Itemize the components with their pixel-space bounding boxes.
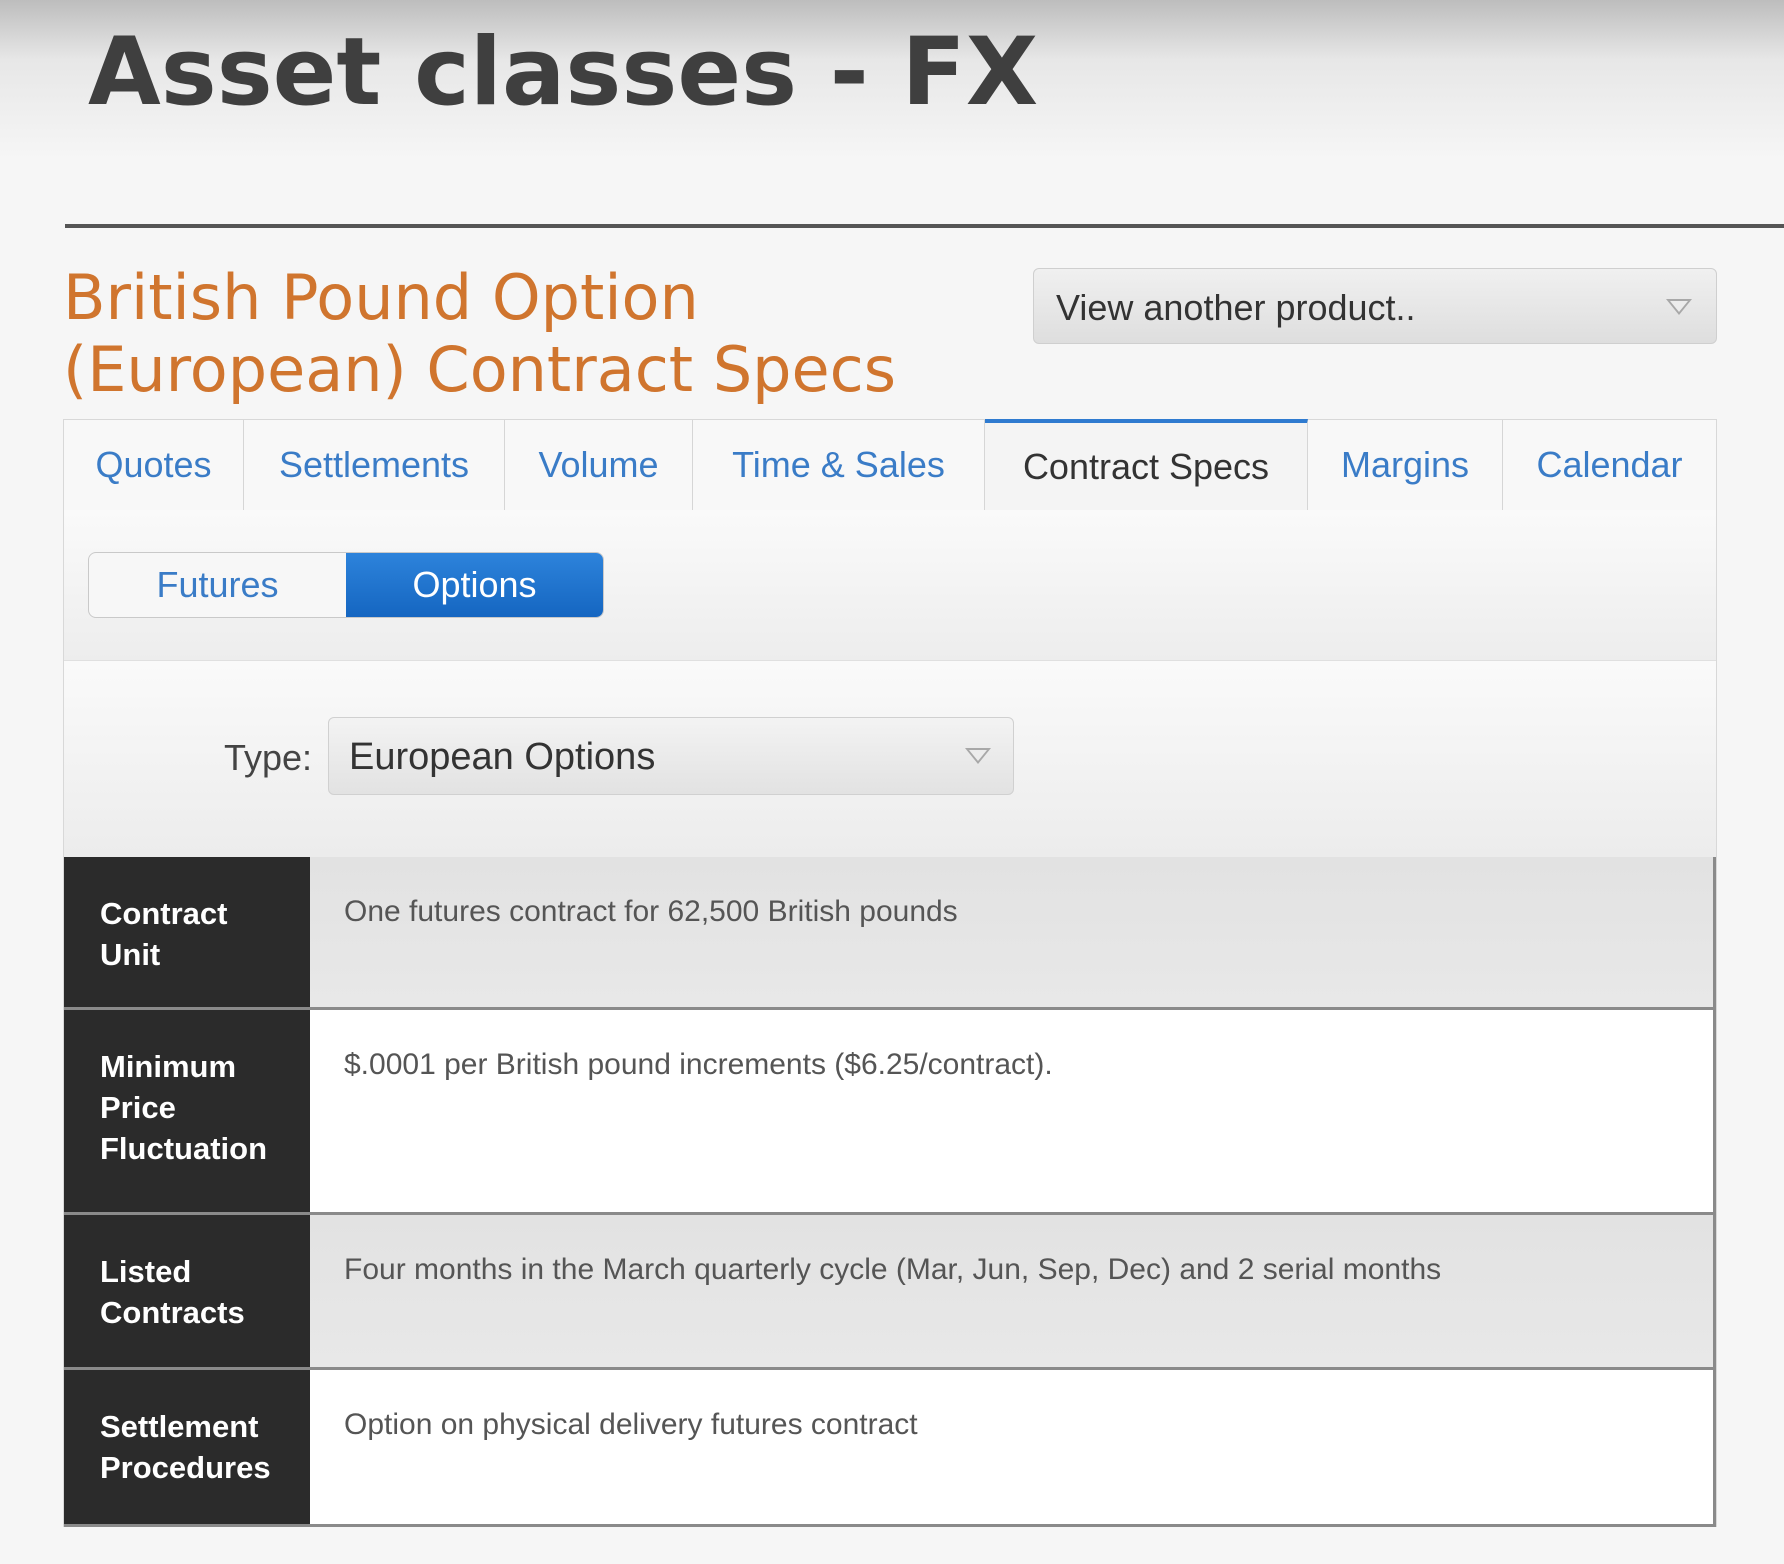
chevron-down-icon (1666, 299, 1692, 315)
spec-key: Listed Contracts (64, 1215, 310, 1367)
slide-title: Asset classes - FX (88, 18, 1039, 127)
chevron-down-icon (965, 748, 991, 764)
contract-specs-table: Contract Unit One futures contract for 6… (64, 857, 1716, 1527)
product-title: British Pound Option (European) Contract… (63, 262, 943, 406)
tab-quotes[interactable]: Quotes (64, 420, 244, 510)
table-row: Minimum Price Fluctuation $.0001 per Bri… (64, 1010, 1716, 1215)
spec-value: Four months in the March quarterly cycle… (310, 1215, 1716, 1367)
tab-volume[interactable]: Volume (505, 420, 693, 510)
tab-time-and-sales[interactable]: Time & Sales (693, 420, 985, 510)
futures-toggle-button[interactable]: Futures (89, 553, 346, 617)
type-select[interactable]: European Options (328, 717, 1014, 795)
tab-contract-specs[interactable]: Contract Specs (985, 419, 1308, 510)
table-row: Settlement Procedures Option on physical… (64, 1370, 1716, 1527)
spec-value: $.0001 per British pound increments ($6.… (310, 1010, 1716, 1212)
tab-calendar[interactable]: Calendar (1503, 420, 1716, 510)
tab-margins[interactable]: Margins (1308, 420, 1503, 510)
spec-value: Option on physical delivery futures cont… (310, 1370, 1716, 1524)
product-title-line-1: British Pound Option (63, 261, 699, 334)
spec-key: Minimum Price Fluctuation (64, 1010, 310, 1212)
tab-settlements[interactable]: Settlements (244, 420, 505, 510)
title-divider (65, 224, 1784, 228)
product-select-label: View another product.. (1056, 287, 1416, 328)
spec-value: One futures contract for 62,500 British … (310, 857, 1716, 1007)
type-label: Type: (224, 737, 313, 778)
product-title-line-2: (European) Contract Specs (63, 333, 897, 406)
spec-key: Settlement Procedures (64, 1370, 310, 1524)
table-row: Contract Unit One futures contract for 6… (64, 857, 1716, 1010)
product-tabs: Quotes Settlements Volume Time & Sales C… (64, 419, 1716, 511)
table-row: Listed Contracts Four months in the Marc… (64, 1215, 1716, 1370)
contract-specs-panel: Quotes Settlements Volume Time & Sales C… (63, 419, 1717, 1527)
type-filter-area: Type: European Options (64, 661, 1716, 857)
options-toggle-button[interactable]: Options (346, 553, 603, 617)
futures-options-toggle: Futures Options (88, 552, 604, 618)
spec-key: Contract Unit (64, 857, 310, 1007)
view-another-product-select[interactable]: View another product.. (1033, 268, 1717, 344)
type-select-value: European Options (349, 736, 656, 778)
instrument-toggle-area: Futures Options (64, 510, 1716, 661)
